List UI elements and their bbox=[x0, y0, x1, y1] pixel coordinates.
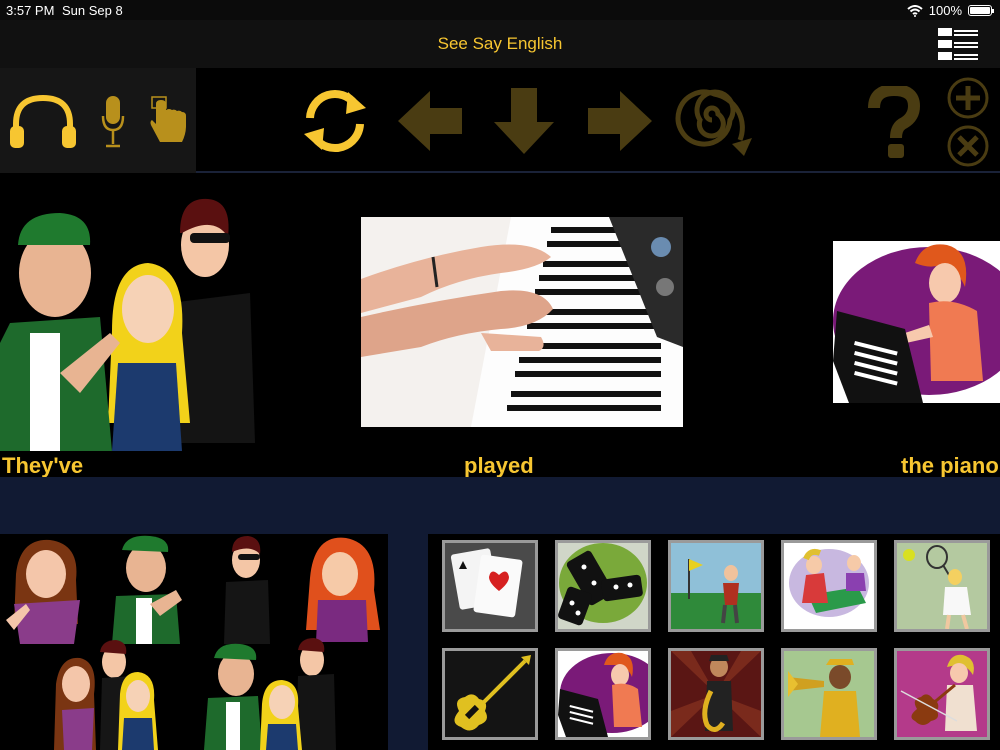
object-violin[interactable] bbox=[894, 648, 990, 740]
microphone-icon[interactable] bbox=[100, 94, 126, 150]
headphones-icon[interactable] bbox=[8, 94, 78, 150]
status-time: 3:57 PM bbox=[6, 3, 55, 18]
arrow-left-icon[interactable] bbox=[396, 88, 464, 154]
help-icon[interactable] bbox=[866, 86, 922, 160]
subject-woman[interactable] bbox=[306, 537, 380, 642]
object-ping-pong[interactable] bbox=[781, 540, 877, 632]
word-label-1: They've bbox=[2, 453, 84, 478]
object-trumpet[interactable] bbox=[781, 648, 877, 740]
sentence-area: They've played the piano bbox=[0, 175, 1000, 478]
object-saxophone[interactable] bbox=[668, 648, 764, 740]
subjects-grid bbox=[6, 535, 380, 750]
word-card-played[interactable] bbox=[361, 217, 683, 427]
battery-percent: 100% bbox=[928, 3, 962, 18]
panel-divider bbox=[0, 477, 1000, 534]
objects-panel bbox=[428, 534, 1000, 750]
word-card-the-piano[interactable] bbox=[833, 241, 1000, 403]
toolbar-left-group bbox=[0, 68, 196, 173]
wifi-icon bbox=[907, 4, 923, 17]
page-title: See Say English bbox=[437, 34, 563, 53]
toolbar bbox=[0, 68, 1000, 173]
object-dominoes[interactable] bbox=[555, 540, 651, 632]
subject-man[interactable] bbox=[224, 536, 270, 644]
object-tennis[interactable] bbox=[894, 540, 990, 632]
subject-couple[interactable] bbox=[54, 640, 158, 750]
object-golf[interactable] bbox=[668, 540, 764, 632]
arrow-down-icon[interactable] bbox=[492, 86, 556, 156]
battery-icon bbox=[968, 5, 994, 16]
add-icon[interactable] bbox=[946, 76, 990, 120]
word-label-3: the piano bbox=[901, 453, 999, 478]
word-card-they[interactable] bbox=[0, 193, 260, 451]
list-menu-icon[interactable] bbox=[938, 26, 978, 62]
status-right: 100% bbox=[907, 3, 994, 18]
subject-boy[interactable] bbox=[112, 535, 182, 644]
subjects-panel bbox=[0, 534, 388, 750]
status-bar: 3:57 PM Sun Sep 8 100% bbox=[0, 0, 1000, 20]
object-guitar[interactable] bbox=[442, 648, 538, 740]
nav-bar: See Say English bbox=[0, 20, 1000, 68]
spiral-icon[interactable] bbox=[674, 84, 756, 158]
pointer-hand-icon[interactable] bbox=[148, 96, 190, 146]
word-label-2: played bbox=[464, 453, 534, 478]
object-cards[interactable] bbox=[442, 540, 538, 632]
status-date: Sun Sep 8 bbox=[62, 3, 123, 18]
subject-girl[interactable] bbox=[6, 539, 80, 644]
subject-group[interactable] bbox=[204, 638, 336, 750]
object-piano[interactable] bbox=[555, 648, 651, 740]
arrow-right-icon[interactable] bbox=[586, 88, 654, 154]
close-icon[interactable] bbox=[946, 124, 990, 168]
refresh-icon[interactable] bbox=[300, 86, 370, 156]
